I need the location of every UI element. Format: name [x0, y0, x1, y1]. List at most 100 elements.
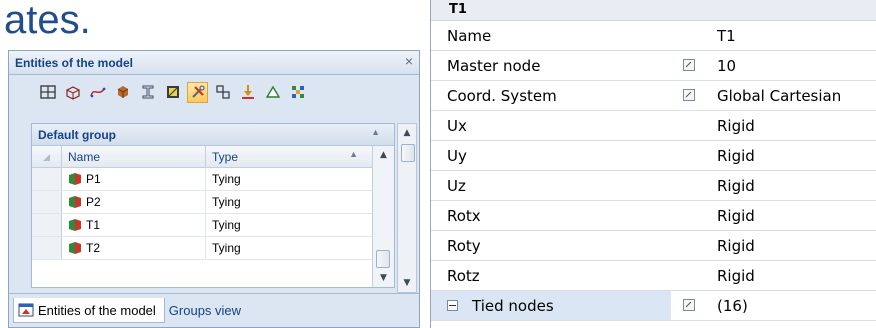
- beam-icon[interactable]: [137, 82, 158, 103]
- edit-icon[interactable]: [683, 59, 695, 71]
- group-title: Default group: [38, 128, 116, 142]
- slide-heading-fragment: ates.: [4, 0, 91, 42]
- property-row[interactable]: Uy Rigid: [431, 141, 876, 171]
- property-row-tied-nodes[interactable]: Tied nodes (16): [431, 291, 876, 321]
- property-name: Ux: [447, 116, 467, 135]
- default-group-area: Default group ▲ Name Type ▲ P1 Tying P2 Tyi…: [31, 123, 395, 288]
- scroll-thumb[interactable]: [376, 250, 390, 268]
- entities-panel: Entities of the model × Default group ▲ …: [8, 50, 420, 328]
- table-row[interactable]: P2 Tying: [32, 191, 372, 214]
- column-header-type[interactable]: Type ▲: [206, 146, 372, 167]
- entities-table: Name Type ▲ P1 Tying P2 Tying T1 Tying T2 Tying: [32, 146, 372, 260]
- caret-up-icon[interactable]: ▲: [371, 127, 380, 137]
- table-header: Name Type ▲: [32, 146, 372, 168]
- property-name: Rotz: [447, 266, 480, 285]
- properties-list: Name T1 Master node 10 Coord. System Global C…: [431, 21, 876, 291]
- scroll-up-icon[interactable]: ▲: [373, 146, 394, 164]
- entity-type-cell[interactable]: Tying: [206, 214, 372, 236]
- entity-name: P1: [86, 172, 101, 186]
- entities-tab-icon: [18, 303, 34, 317]
- table-scrollbar[interactable]: ▲ ▼: [372, 146, 394, 287]
- scroll-down-icon[interactable]: ▼: [398, 274, 416, 292]
- panel-tabs: Entities of the model Groups view: [9, 293, 419, 327]
- property-row[interactable]: Rotz Rigid: [431, 261, 876, 291]
- property-value[interactable]: T1: [717, 27, 736, 45]
- curve-icon[interactable]: [87, 82, 108, 103]
- panel-title-bar: Entities of the model ×: [9, 51, 419, 75]
- property-row[interactable]: Coord. System Global Cartesian: [431, 81, 876, 111]
- edit-icon[interactable]: [683, 89, 695, 101]
- property-row[interactable]: Uz Rigid: [431, 171, 876, 201]
- panel-title: Entities of the model: [15, 56, 134, 70]
- load-icon[interactable]: [237, 82, 258, 103]
- property-value: (16): [717, 296, 748, 315]
- cube-icon[interactable]: [112, 82, 133, 103]
- select-all-corner[interactable]: [32, 146, 62, 167]
- row-selector[interactable]: [32, 214, 62, 236]
- entity-type-cell[interactable]: Tying: [206, 237, 372, 259]
- tying-entity-icon: [69, 242, 81, 254]
- table-row[interactable]: T2 Tying: [32, 237, 372, 260]
- property-row[interactable]: Rotx Rigid: [431, 201, 876, 231]
- property-value[interactable]: Rigid: [717, 207, 755, 225]
- edit-icon[interactable]: [683, 299, 695, 311]
- property-name: Coord. System: [447, 86, 557, 105]
- grid-icon[interactable]: [37, 82, 58, 103]
- material-icon[interactable]: [162, 82, 183, 103]
- group-header[interactable]: Default group ▲: [32, 124, 394, 146]
- property-row[interactable]: Ux Rigid: [431, 111, 876, 141]
- entity-name: T2: [86, 241, 101, 255]
- properties-title: T1: [431, 0, 876, 21]
- tying-entity-icon: [69, 219, 81, 231]
- tab-entities-of-the-model[interactable]: Entities of the model: [13, 298, 165, 323]
- entity-name-cell[interactable]: P2: [62, 191, 206, 213]
- properties-panel: T1 Name T1 Master node 10 Coord. System Globa…: [430, 0, 876, 328]
- table-row[interactable]: T1 Tying: [32, 214, 372, 237]
- tying-icon[interactable]: [212, 82, 233, 103]
- property-value[interactable]: Rigid: [717, 117, 755, 135]
- entities-toolbar: [9, 75, 419, 109]
- property-name: Uz: [447, 176, 466, 195]
- scroll-up-icon[interactable]: ▲: [398, 124, 416, 142]
- row-selector[interactable]: [32, 191, 62, 213]
- sort-ascending-icon: ▲: [349, 149, 358, 159]
- tab-label: Groups view: [168, 303, 242, 318]
- property-value[interactable]: Rigid: [717, 237, 755, 255]
- close-icon[interactable]: ×: [405, 53, 413, 69]
- property-name: Name: [447, 26, 492, 45]
- panel-scrollbar[interactable]: ▲ ▼: [397, 123, 417, 293]
- property-row[interactable]: Name T1: [431, 21, 876, 51]
- row-selector[interactable]: [32, 168, 62, 190]
- property-value[interactable]: 10: [717, 57, 736, 75]
- property-name: Uy: [447, 146, 467, 165]
- property-row[interactable]: Master node 10: [431, 51, 876, 81]
- entity-name: P2: [86, 195, 101, 209]
- entity-type-cell[interactable]: Tying: [206, 191, 372, 213]
- table-body: P1 Tying P2 Tying T1 Tying T2 Tying: [32, 168, 372, 260]
- collapse-icon[interactable]: [447, 300, 458, 311]
- tab-groups-view[interactable]: Groups view: [165, 298, 249, 323]
- property-name: Tied nodes: [431, 291, 671, 320]
- property-value[interactable]: Rigid: [717, 267, 755, 285]
- scroll-thumb[interactable]: [401, 144, 415, 162]
- property-row[interactable]: Roty Rigid: [431, 231, 876, 261]
- property-name: Rotx: [447, 206, 481, 225]
- column-header-name[interactable]: Name: [62, 146, 206, 167]
- property-name: Master node: [447, 56, 541, 75]
- entity-name-cell[interactable]: P1: [62, 168, 206, 190]
- property-value[interactable]: Global Cartesian: [717, 87, 841, 105]
- entity-name-cell[interactable]: T2: [62, 237, 206, 259]
- property-value[interactable]: Rigid: [717, 177, 755, 195]
- tab-label: Entities of the model: [38, 302, 156, 318]
- row-selector[interactable]: [32, 237, 62, 259]
- solid-box-icon[interactable]: [62, 82, 83, 103]
- property-value[interactable]: Rigid: [717, 147, 755, 165]
- tools-icon[interactable]: [187, 81, 208, 103]
- tying-entity-icon: [69, 196, 81, 208]
- mesh-icon[interactable]: [287, 82, 308, 103]
- table-row[interactable]: P1 Tying: [32, 168, 372, 191]
- entity-name-cell[interactable]: T1: [62, 214, 206, 236]
- entity-type-cell[interactable]: Tying: [206, 168, 372, 190]
- scroll-down-icon[interactable]: ▼: [373, 269, 394, 287]
- support-icon[interactable]: [262, 82, 283, 103]
